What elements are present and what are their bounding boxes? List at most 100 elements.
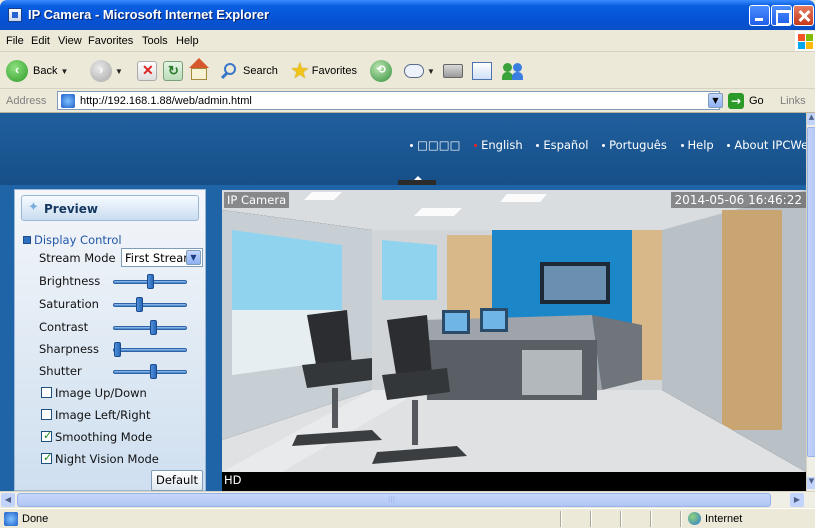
nav-item-chinese[interactable]: □□□□ (410, 138, 460, 152)
camera-image (222, 190, 806, 472)
ie-app-icon (8, 8, 22, 22)
close-button[interactable] (793, 5, 814, 26)
home-button[interactable] (189, 57, 209, 85)
links-button[interactable]: Links (780, 95, 806, 107)
camera-name-overlay: IP Camera (224, 192, 290, 208)
star-icon: ✦ (28, 200, 39, 215)
maximize-button[interactable] (771, 5, 792, 26)
shutter-label: Shutter (39, 364, 82, 378)
go-button[interactable]: Go (749, 95, 764, 107)
preview-header[interactable]: ✦ Preview (21, 195, 199, 221)
refresh-button[interactable]: ↻ (163, 57, 183, 85)
nav-item-english[interactable]: English (474, 138, 523, 152)
history-button[interactable]: ⟲ (370, 57, 392, 85)
security-zone: Internet (705, 513, 743, 525)
bullet-icon (536, 144, 540, 147)
slider-track (113, 348, 187, 352)
menu-tools[interactable]: Tools (142, 35, 168, 47)
brightness-slider[interactable] (113, 274, 187, 289)
refresh-icon: ↻ (163, 61, 183, 81)
slider-track (113, 303, 187, 307)
menu-edit[interactable]: Edit (31, 35, 50, 47)
slider-thumb[interactable] (136, 297, 143, 312)
favorites-button[interactable]: ★ Favorites (290, 57, 357, 85)
horizontal-scrollbar[interactable]: ◀ ▶ (0, 491, 815, 507)
slider-thumb[interactable] (150, 320, 157, 335)
nav-label: Español (543, 138, 589, 152)
address-input[interactable]: http://192.168.1.88/web/admin.html (57, 91, 720, 110)
checkbox-label: Image Left/Right (55, 408, 151, 422)
chevron-down-icon: ▼ (115, 66, 123, 76)
forward-button[interactable]: › ▼ (90, 57, 126, 85)
menu-file[interactable]: File (6, 35, 24, 47)
toolbar: ‹ Back ▼ › ▼ ✕ ↻ Search ★ Favorites ⟲ ▼ (0, 53, 815, 89)
nav-item-help[interactable]: Help (680, 138, 714, 152)
slider-thumb[interactable] (147, 274, 154, 289)
edit-icon (472, 62, 492, 80)
sharpness-slider[interactable] (113, 342, 187, 357)
scroll-down-icon[interactable]: ▼ (807, 477, 815, 489)
language-nav: □□□□ English Español Português Help Abou… (410, 138, 806, 152)
messenger-icon (502, 61, 524, 81)
back-button[interactable]: ‹ Back ▼ (6, 57, 71, 85)
checkbox-box[interactable] (41, 387, 52, 398)
camera-view[interactable]: IP Camera 2014-05-06 16:46:22 HD (222, 190, 806, 491)
nav-label: English (481, 138, 523, 152)
vertical-scrollbar[interactable]: ▲ ▼ (806, 113, 815, 491)
mail-button[interactable]: ▼ (404, 57, 438, 85)
back-label: Back (33, 65, 58, 77)
checkbox-box[interactable] (41, 451, 52, 464)
edit-button[interactable] (472, 57, 492, 85)
smoothing-mode-checkbox[interactable]: Smoothing Mode (41, 429, 152, 444)
saturation-label: Saturation (39, 297, 99, 311)
go-arrow-icon[interactable]: → (728, 93, 744, 109)
bullet-icon (727, 144, 731, 147)
search-button[interactable]: Search (220, 57, 278, 85)
status-divider (620, 511, 622, 527)
print-icon (443, 64, 463, 78)
home-icon (189, 58, 209, 81)
default-button[interactable]: Default (151, 470, 203, 491)
display-control-section[interactable]: Display Control (23, 233, 122, 247)
shutter-slider[interactable] (113, 364, 187, 379)
windows-logo-icon (795, 31, 815, 51)
chevron-down-icon: ▼ (186, 250, 201, 265)
page-status-icon (4, 512, 18, 526)
messenger-button[interactable] (502, 57, 524, 85)
checkbox-box[interactable] (41, 429, 52, 442)
horizontal-scroll-thumb[interactable] (17, 493, 771, 507)
contrast-slider[interactable] (113, 320, 187, 335)
scroll-right-icon[interactable]: ▶ (790, 493, 804, 507)
print-button[interactable] (443, 57, 463, 85)
nav-item-espanol[interactable]: Español (536, 138, 588, 152)
checkbox-box[interactable] (41, 409, 52, 420)
image-left-right-checkbox[interactable]: Image Left/Right (41, 408, 150, 422)
menu-view[interactable]: View (58, 35, 82, 47)
scroll-left-icon[interactable]: ◀ (1, 493, 15, 507)
scroll-up-icon[interactable]: ▲ (807, 113, 815, 125)
page-icon (61, 94, 75, 108)
slider-thumb[interactable] (150, 364, 157, 379)
control-panel: ✦ Preview Display Control Stream Mode Fi… (14, 189, 206, 491)
window-title: IP Camera - Microsoft Internet Explorer (28, 7, 270, 22)
nav-item-portugues[interactable]: Português (602, 138, 667, 152)
address-dropdown-button[interactable]: ▼ (708, 93, 723, 108)
chevron-down-icon: ▼ (427, 66, 435, 76)
brightness-label: Brightness (39, 274, 101, 288)
active-bullet-icon (474, 144, 478, 147)
night-vision-mode-checkbox[interactable]: Night Vision Mode (41, 451, 159, 466)
menu-favorites[interactable]: Favorites (88, 35, 133, 47)
stream-mode-select[interactable]: First Stream ▼ (121, 248, 203, 267)
menu-help[interactable]: Help (176, 35, 199, 47)
vertical-scroll-thumb[interactable] (807, 127, 815, 457)
minimize-button[interactable] (749, 5, 770, 26)
status-bar: Done Internet (0, 508, 815, 528)
slider-thumb[interactable] (114, 342, 121, 357)
checkbox-label: Image Up/Down (55, 386, 147, 400)
forward-icon: › (90, 60, 112, 82)
status-text: Done (22, 513, 49, 525)
saturation-slider[interactable] (113, 297, 187, 312)
image-up-down-checkbox[interactable]: Image Up/Down (41, 386, 147, 400)
nav-item-about[interactable]: About IPCWeb (727, 138, 806, 152)
stop-button[interactable]: ✕ (137, 57, 157, 85)
